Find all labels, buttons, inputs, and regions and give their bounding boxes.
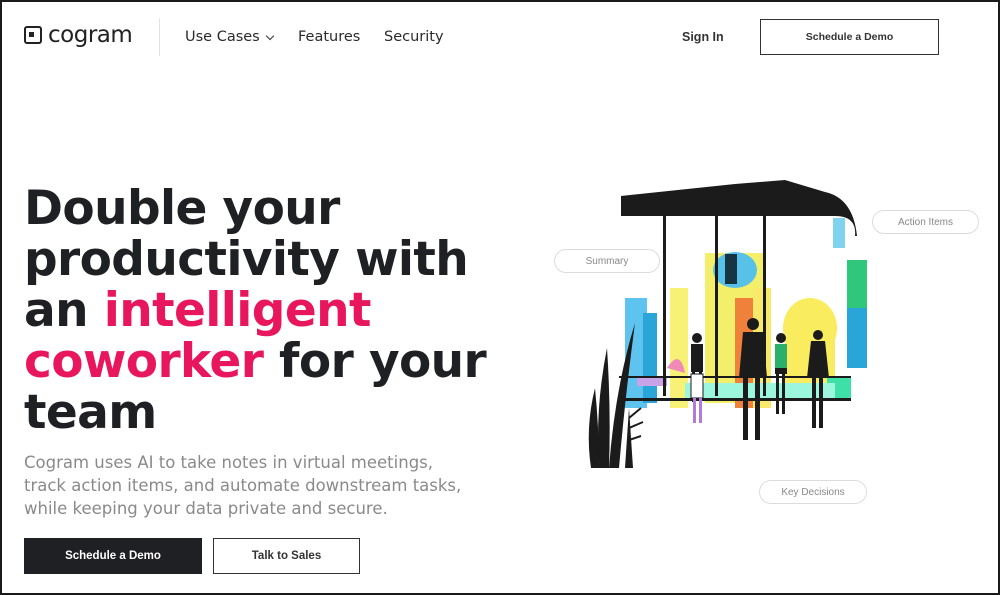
nav-use-cases-label: Use Cases	[185, 29, 260, 45]
nav-use-cases[interactable]: Use Cases	[185, 29, 274, 45]
nav-security[interactable]: Security	[384, 29, 444, 45]
logo-text: cogram	[48, 22, 133, 48]
talk-to-sales-button[interactable]: Talk to Sales	[213, 538, 360, 574]
nav-features[interactable]: Features	[298, 29, 360, 45]
hero-subtext: Cogram uses AI to take notes in virtual …	[24, 453, 462, 518]
cogram-logo[interactable]: cogram	[24, 22, 133, 48]
nav-divider	[159, 18, 160, 56]
sign-in-link[interactable]: Sign In	[682, 30, 724, 44]
hero-headline: Double your productivity with an intelli…	[24, 183, 494, 438]
meeting-illustration	[588, 180, 867, 468]
key-decisions-tag: Key Decisions	[759, 480, 867, 504]
cogram-logo-icon	[24, 26, 42, 44]
header-schedule-demo-button[interactable]: Schedule a Demo	[760, 19, 939, 55]
action-items-tag: Action Items	[872, 210, 979, 234]
schedule-demo-button[interactable]: Schedule a Demo	[24, 538, 202, 574]
chevron-down-icon	[265, 31, 274, 40]
